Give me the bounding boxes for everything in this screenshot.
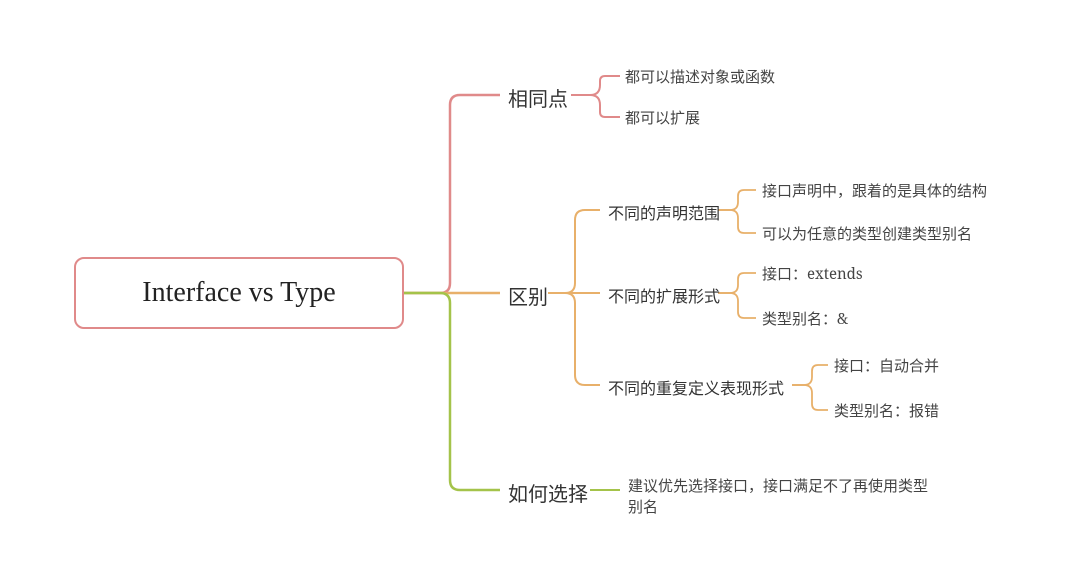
leaf-diff-1-1: 类型别名：& bbox=[762, 309, 848, 330]
branch-diff: 区别 bbox=[508, 281, 548, 310]
branch-same: 相同点 bbox=[508, 83, 568, 112]
branch-same-label: 相同点 bbox=[508, 83, 568, 112]
leaf-same-0: 都可以描述对象或函数 bbox=[625, 67, 775, 88]
sub-diff-1: 不同的扩展形式 bbox=[608, 283, 720, 307]
leaf-diff-2-1: 类型别名：报错 bbox=[834, 401, 939, 422]
root-node: Interface vs Type bbox=[74, 257, 404, 329]
leaf-diff-2-0: 接口：自动合并 bbox=[834, 356, 939, 377]
sub-diff-2: 不同的重复定义表现形式 bbox=[608, 375, 784, 399]
root-label: Interface vs Type bbox=[142, 277, 335, 309]
leaf-diff-0-1: 可以为任意的类型创建类型别名 bbox=[762, 224, 972, 245]
leaf-same-1: 都可以扩展 bbox=[625, 108, 700, 129]
branch-choose: 如何选择 bbox=[508, 478, 588, 507]
branch-choose-label: 如何选择 bbox=[508, 478, 588, 507]
sub-diff-0: 不同的声明范围 bbox=[608, 200, 720, 224]
leaf-diff-1-0: 接口：extends bbox=[762, 264, 863, 285]
leaf-choose-0: 建议优先选择接口，接口满足不了再使用类型别名 bbox=[628, 476, 928, 518]
leaf-diff-0-0: 接口声明中，跟着的是具体的结构 bbox=[762, 181, 987, 202]
branch-diff-label: 区别 bbox=[508, 281, 548, 310]
